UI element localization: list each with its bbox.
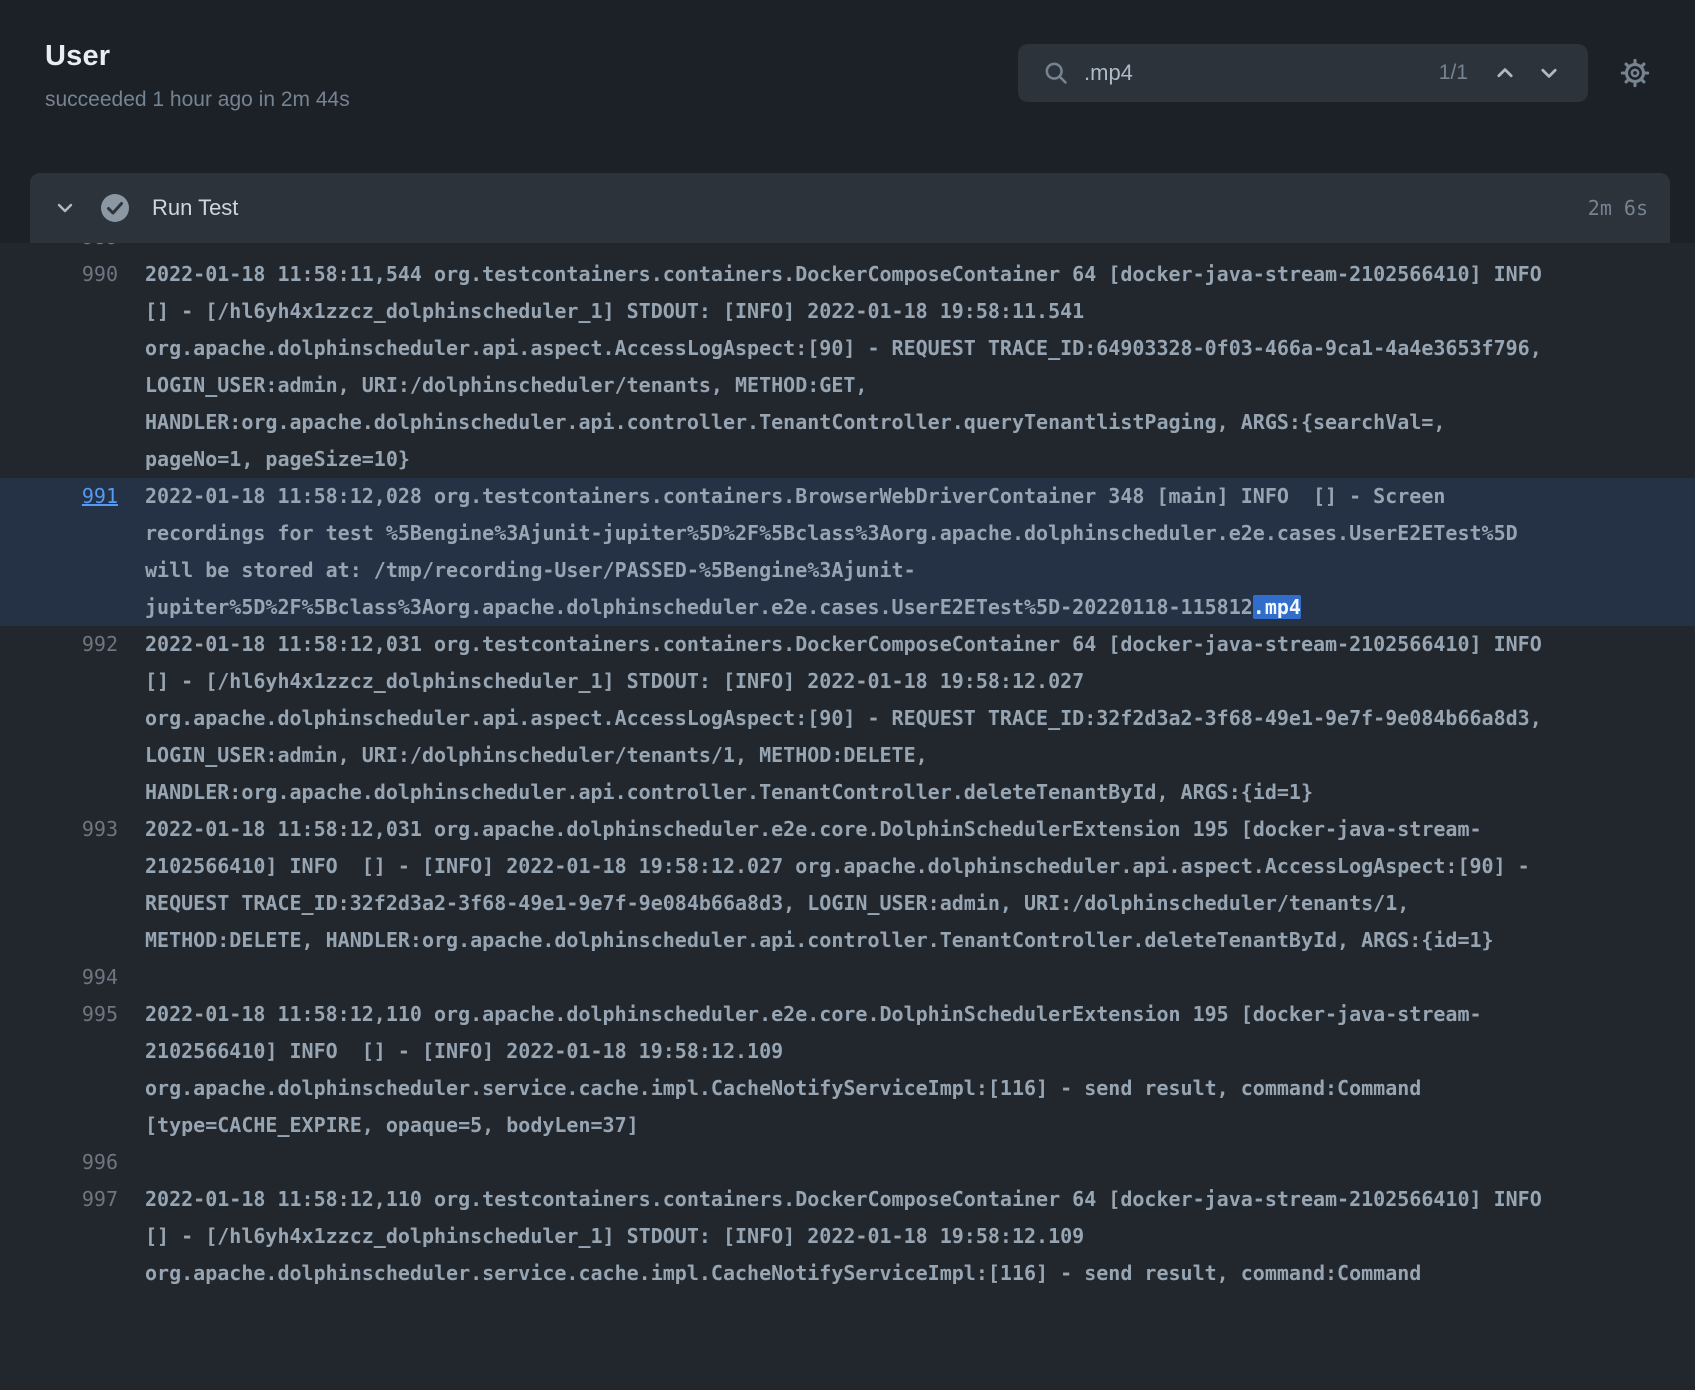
- page-title: User: [45, 40, 350, 73]
- log-settings-button[interactable]: [1618, 56, 1652, 90]
- line-number[interactable]: 994: [73, 959, 118, 996]
- collapse-chevron-icon[interactable]: [54, 197, 76, 219]
- log-text: 2022-01-18 11:58:12,031 org.testcontaine…: [145, 626, 1542, 811]
- step-duration: 2m 6s: [1588, 196, 1648, 220]
- chevron-up-icon: [1494, 62, 1516, 84]
- log-text: 2022-01-18 11:58:12,110 org.apache.dolph…: [145, 996, 1542, 1144]
- line-number[interactable]: 989: [73, 243, 118, 256]
- log-line: 993 2022-01-18 11:58:12,031 org.apache.do…: [0, 811, 1695, 959]
- line-number[interactable]: 993: [73, 811, 118, 848]
- log-text: 2022-01-18 11:58:12,031 org.apache.dolph…: [145, 811, 1542, 959]
- chevron-down-icon: [1538, 62, 1560, 84]
- line-number[interactable]: 992: [73, 626, 118, 663]
- log-text: [145, 243, 1542, 256]
- line-number[interactable]: 997: [73, 1181, 118, 1218]
- line-number[interactable]: 991: [73, 478, 118, 515]
- search-match: .mp4: [1253, 595, 1301, 619]
- search-prev-button[interactable]: [1490, 58, 1520, 88]
- gear-icon: [1618, 56, 1652, 90]
- line-number[interactable]: 990: [73, 256, 118, 293]
- step-header-run-test[interactable]: Run Test 2m 6s: [30, 173, 1670, 243]
- log-line: 996: [0, 1144, 1695, 1181]
- log-text: [145, 1144, 1542, 1181]
- search-icon: [1044, 61, 1068, 85]
- log-line: 992 2022-01-18 11:58:12,031 org.testconta…: [0, 626, 1695, 811]
- search-result-count: 1/1: [1439, 61, 1468, 85]
- search-next-button[interactable]: [1534, 58, 1564, 88]
- line-number[interactable]: 995: [73, 996, 118, 1033]
- log-text: 2022-01-18 11:58:12,028 org.testcontaine…: [145, 478, 1542, 626]
- log-text: 2022-01-18 11:58:11,544 org.testcontaine…: [145, 256, 1542, 478]
- log-line: 995 2022-01-18 11:58:12,110 org.apache.do…: [0, 996, 1695, 1144]
- log-line: 991 2022-01-18 11:58:12,028 org.testconta…: [0, 478, 1695, 626]
- search-input[interactable]: [1082, 59, 1425, 87]
- line-number[interactable]: 996: [73, 1144, 118, 1181]
- run-status-text: succeeded 1 hour ago in 2m 44s: [45, 88, 350, 112]
- log-line: 994: [0, 959, 1695, 996]
- log-line: 990 2022-01-18 11:58:11,544 org.testconta…: [0, 256, 1695, 478]
- page-header: User succeeded 1 hour ago in 2m 44s 1/1: [0, 0, 1695, 173]
- check-circle-icon: [100, 193, 130, 223]
- log-viewer[interactable]: 989990 2022-01-18 11:58:11,544 org.testco…: [0, 243, 1695, 1390]
- log-text: 2022-01-18 11:58:12,110 org.testcontaine…: [145, 1181, 1542, 1292]
- log-line: 989: [0, 243, 1695, 256]
- step-name: Run Test: [152, 195, 238, 221]
- run-summary: User succeeded 1 hour ago in 2m 44s: [45, 36, 350, 173]
- log-line: 997 2022-01-18 11:58:12,110 org.testconta…: [0, 1181, 1695, 1292]
- header-actions: 1/1: [1018, 44, 1652, 173]
- log-search-box[interactable]: 1/1: [1018, 44, 1588, 102]
- log-text: [145, 959, 1542, 996]
